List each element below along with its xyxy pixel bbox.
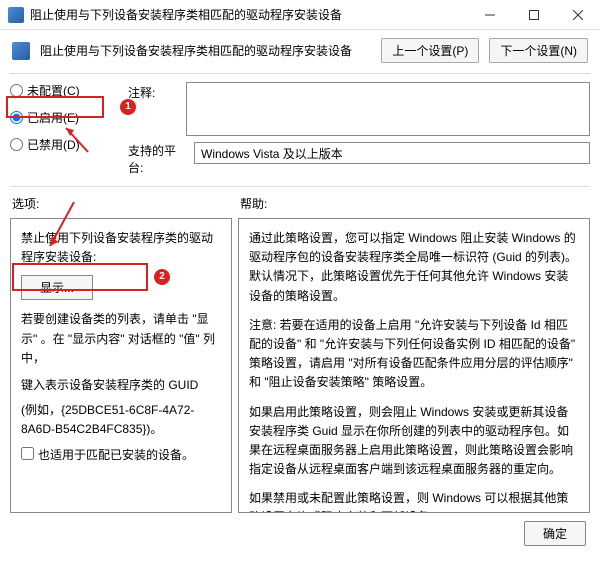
radio-disabled-input[interactable] bbox=[10, 138, 23, 151]
options-panel: 禁止使用下列设备安装程序类的驱动程序安装设备: 显示... 若要创建设备类的列表… bbox=[10, 218, 232, 513]
help-panel: 通过此策略设置，您可以指定 Windows 阻止安装 Windows 的驱动程序… bbox=[238, 218, 590, 513]
column-labels: 选项: 帮助: bbox=[0, 187, 600, 218]
maximize-button[interactable] bbox=[512, 0, 556, 30]
comment-field[interactable] bbox=[186, 82, 590, 136]
platform-label: 支持的平台: bbox=[128, 142, 188, 176]
radio-disabled[interactable]: 已禁用(D) bbox=[10, 136, 120, 153]
apply-installed-checkbox[interactable] bbox=[21, 447, 34, 460]
radio-not-configured-input[interactable] bbox=[10, 84, 23, 97]
options-label: 选项: bbox=[10, 191, 232, 218]
apply-installed-label: 也适用于匹配已安装的设备。 bbox=[38, 446, 194, 463]
app-icon bbox=[8, 7, 24, 23]
options-line1: 禁止使用下列设备安装程序类的驱动程序安装设备: bbox=[21, 229, 221, 267]
prev-setting-button[interactable]: 上一个设置(P) bbox=[381, 38, 479, 63]
policy-title: 阻止使用与下列设备安装程序类相匹配的驱动程序安装设备 bbox=[40, 42, 371, 59]
config-area: 未配置(C) 已启用(E) 已禁用(D) 注释: 支持的平台: Windows … bbox=[0, 74, 600, 180]
ok-button[interactable]: 确定 bbox=[524, 521, 586, 546]
close-button[interactable] bbox=[556, 0, 600, 30]
annotation-badge-2: 2 bbox=[154, 269, 170, 285]
policy-icon bbox=[12, 42, 30, 60]
platform-value: Windows Vista 及以上版本 bbox=[194, 142, 590, 164]
options-line3: 键入表示设备安装程序类的 GUID bbox=[21, 376, 221, 395]
help-p1: 通过此策略设置，您可以指定 Windows 阻止安装 Windows 的驱动程序… bbox=[249, 229, 579, 306]
footer: 确定 bbox=[0, 513, 600, 554]
radio-enabled[interactable]: 已启用(E) bbox=[10, 109, 120, 126]
next-setting-button[interactable]: 下一个设置(N) bbox=[489, 38, 588, 63]
radio-enabled-input[interactable] bbox=[10, 111, 23, 124]
radio-not-configured-label: 未配置(C) bbox=[27, 82, 80, 99]
window-title: 阻止使用与下列设备安装程序类相匹配的驱动程序安装设备 bbox=[30, 6, 468, 23]
radio-disabled-label: 已禁用(D) bbox=[27, 136, 80, 153]
options-line4: (例如，{25DBCE51-6C8F-4A72-8A6D-B54C2B4FC83… bbox=[21, 401, 221, 439]
help-p2: 注意: 若要在适用的设备上启用 "允许安装与下列设备 Id 相匹配的设备" 和 … bbox=[249, 316, 579, 393]
panels: 禁止使用下列设备安装程序类的驱动程序安装设备: 显示... 若要创建设备类的列表… bbox=[0, 218, 600, 513]
comment-label: 注释: bbox=[128, 82, 180, 101]
help-p4: 如果禁用或未配置此策略设置，则 Windows 可以根据其他策略设置允许或阻止安… bbox=[249, 489, 579, 513]
annotation-badge-1: 1 bbox=[120, 99, 136, 115]
options-line2: 若要创建设备类的列表，请单击 "显示" 。在 "显示内容" 对话框的 "值" 列… bbox=[21, 310, 221, 368]
header-row: 阻止使用与下列设备安装程序类相匹配的驱动程序安装设备 上一个设置(P) 下一个设… bbox=[0, 30, 600, 73]
show-button[interactable]: 显示... bbox=[21, 275, 93, 300]
title-bar: 阻止使用与下列设备安装程序类相匹配的驱动程序安装设备 bbox=[0, 0, 600, 30]
help-p3: 如果启用此策略设置，则会阻止 Windows 安装或更新其设备安装程序类 Gui… bbox=[249, 403, 579, 480]
minimize-button[interactable] bbox=[468, 0, 512, 30]
apply-installed-checkbox-row[interactable]: 也适用于匹配已安装的设备。 bbox=[21, 446, 221, 463]
radio-enabled-label: 已启用(E) bbox=[27, 109, 79, 126]
radio-not-configured[interactable]: 未配置(C) bbox=[10, 82, 120, 99]
help-label: 帮助: bbox=[238, 191, 590, 218]
